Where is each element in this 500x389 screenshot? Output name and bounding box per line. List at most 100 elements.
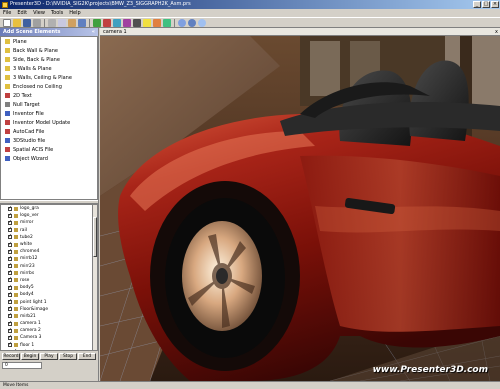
scene-item-3-walls-ceiling[interactable]: 3 Walls, Ceiling & Plane (1, 73, 97, 82)
move-icon[interactable] (103, 18, 111, 27)
tree-item[interactable]: tube2 (1, 233, 97, 241)
scene-item-back-wall[interactable]: Back Wall & Plane (1, 46, 97, 55)
tree-item[interactable]: white (1, 241, 97, 248)
render-icon[interactable] (163, 18, 171, 27)
menu-file[interactable]: File (3, 9, 11, 17)
menu-edit[interactable]: Edit (17, 9, 27, 17)
tree-item[interactable]: mirror (1, 219, 97, 226)
plane-icon (5, 39, 10, 44)
tree-item[interactable]: point light 1 (1, 298, 97, 305)
cut-icon[interactable] (48, 18, 56, 27)
scene-item-acis-file[interactable]: Spatial ACIS File (1, 145, 97, 154)
scene-item-side-back[interactable]: Side, Back & Plane (1, 55, 97, 64)
scene-item-2d-text[interactable]: 2D Text (1, 91, 97, 100)
scene-item-plane[interactable]: Plane (1, 37, 97, 46)
visibility-checkbox[interactable] (8, 269, 12, 276)
scene-item-inventor-file[interactable]: Inventor File (1, 109, 97, 118)
end-button[interactable]: End (78, 353, 96, 360)
scene-item-3dstudio-file[interactable]: 3DStudio file (1, 136, 97, 145)
paste-icon[interactable] (68, 18, 76, 27)
tree-item[interactable]: body4 (1, 291, 97, 298)
record-button[interactable]: Record (2, 353, 20, 360)
tree-item[interactable]: camera 2 (1, 327, 97, 334)
visibility-checkbox[interactable] (8, 284, 12, 290)
visibility-checkbox[interactable] (8, 262, 12, 269)
visibility-checkbox[interactable] (8, 233, 12, 240)
visibility-checkbox[interactable] (8, 212, 12, 218)
zoom-extents-icon[interactable] (198, 18, 206, 27)
visibility-checkbox[interactable] (8, 298, 12, 305)
visibility-checkbox[interactable] (8, 276, 12, 283)
scene-item-3-walls[interactable]: 3 Walls & Plane (1, 64, 97, 73)
scale-icon[interactable] (123, 18, 131, 27)
tree-item[interactable]: body5 (1, 284, 97, 291)
object-icon (14, 271, 18, 276)
tree-item[interactable]: mirb21 (1, 312, 97, 320)
tree-item[interactable]: Floor&image (1, 305, 97, 313)
zoom-in-icon[interactable] (178, 18, 186, 27)
visibility-checkbox[interactable] (8, 334, 12, 340)
viewport-close-icon[interactable]: x (495, 29, 498, 35)
minimize-button[interactable]: _ (473, 1, 481, 8)
object-icon (14, 285, 18, 290)
material-icon[interactable] (153, 18, 161, 27)
visibility-checkbox[interactable] (8, 241, 12, 247)
scene-elements-header[interactable]: Add Scene Elements « (0, 28, 98, 36)
light-icon[interactable] (143, 18, 151, 27)
open-icon[interactable] (13, 18, 21, 27)
visibility-checkbox[interactable] (8, 255, 12, 261)
close-button[interactable]: × (491, 1, 499, 8)
undo-icon[interactable] (78, 18, 86, 27)
tree-item[interactable]: camera 1 (1, 320, 97, 327)
scene-item-inventor-update[interactable]: Inventor Model Update (1, 118, 97, 127)
visibility-checkbox[interactable] (8, 248, 12, 254)
visibility-checkbox[interactable] (8, 327, 12, 333)
visibility-checkbox[interactable] (8, 341, 12, 348)
new-icon[interactable] (3, 18, 11, 27)
viewport[interactable]: camera 1 x www.Presenter3D.com (100, 28, 500, 381)
visibility-checkbox[interactable] (8, 219, 12, 225)
zoom-out-icon[interactable] (188, 18, 196, 27)
select-icon[interactable] (93, 18, 101, 27)
visibility-checkbox[interactable] (8, 291, 12, 297)
object-icon (14, 300, 18, 305)
scene-item-null-target[interactable]: Null Target (1, 100, 97, 109)
tree-item[interactable]: mirrb12 (1, 255, 97, 262)
rotate-icon[interactable] (113, 18, 121, 27)
scene-item-autocad-file[interactable]: AutoCad File (1, 127, 97, 136)
menu-help[interactable]: Help (69, 9, 80, 17)
tree-item[interactable]: rail (1, 226, 97, 234)
maximize-button[interactable]: □ (482, 1, 490, 8)
tree-scrollbar[interactable] (92, 205, 97, 350)
menu-tools[interactable]: Tools (51, 9, 63, 17)
play-button[interactable]: Play (40, 353, 58, 360)
scene-item-enclosed[interactable]: Enclosed no Ceiling (1, 82, 97, 91)
tree-item[interactable]: chrome4 (1, 248, 97, 255)
stop-button[interactable]: Stop (59, 353, 77, 360)
frame-field[interactable]: 0 (2, 362, 42, 369)
tree-item[interactable]: mirr23 (1, 262, 97, 270)
tree-item[interactable]: logo_gra (1, 205, 97, 212)
save-icon[interactable] (23, 18, 31, 27)
begin-button[interactable]: Begin (21, 353, 39, 360)
visibility-checkbox[interactable] (13, 348, 17, 350)
print-icon[interactable] (33, 18, 41, 27)
menu-view[interactable]: View (33, 9, 45, 17)
tree-item-label: mirrb12 (20, 256, 38, 262)
tree-item[interactable]: Camera 3 (1, 334, 97, 341)
visibility-checkbox[interactable] (8, 205, 12, 211)
tree-item[interactable]: rose (1, 276, 97, 284)
collapse-icon[interactable]: « (92, 28, 95, 36)
tree-item[interactable]: mirrbs (1, 269, 97, 277)
visibility-checkbox[interactable] (8, 226, 12, 233)
tree-item-label: tube2 (20, 234, 33, 240)
scrollbar-thumb[interactable] (93, 217, 97, 257)
tree-item[interactable]: back (1, 348, 97, 350)
camera-icon[interactable] (133, 18, 141, 27)
copy-icon[interactable] (58, 18, 66, 27)
visibility-checkbox[interactable] (8, 312, 12, 319)
tree-item[interactable]: logo_ver (1, 212, 97, 219)
visibility-checkbox[interactable] (8, 305, 12, 312)
scene-item-object-wizard[interactable]: Object Wizard (1, 154, 97, 163)
visibility-checkbox[interactable] (8, 320, 12, 326)
